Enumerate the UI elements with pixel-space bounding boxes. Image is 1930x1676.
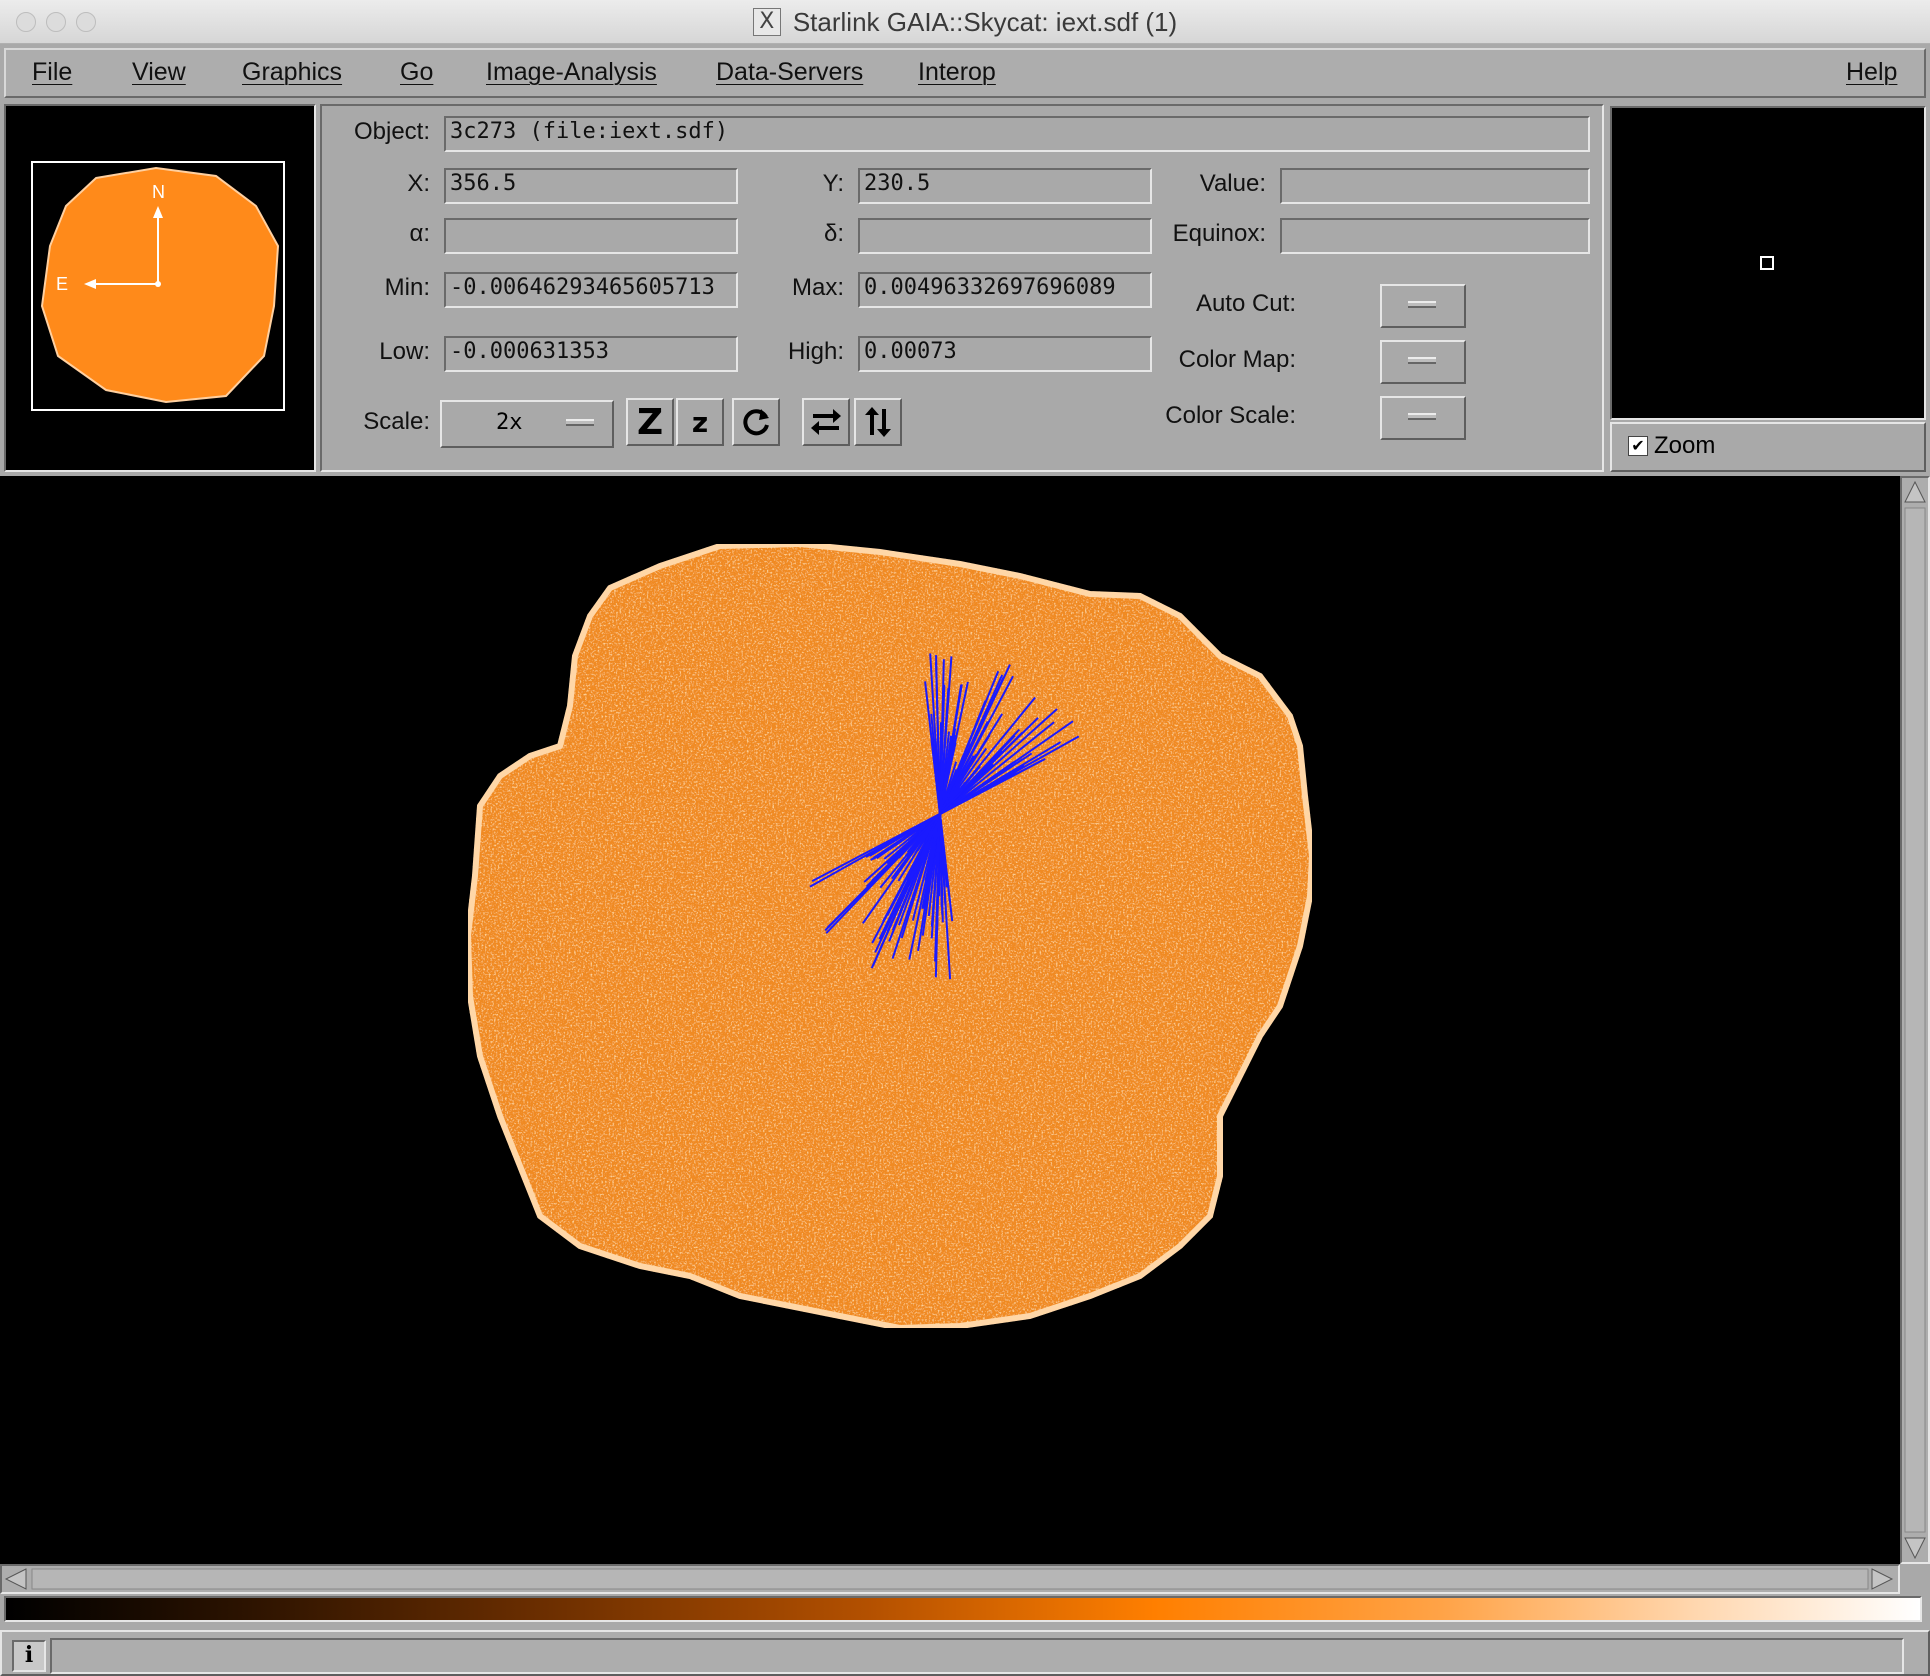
check-icon[interactable]: ✔ (1628, 436, 1648, 456)
zoom-out-button[interactable]: z (676, 398, 724, 446)
color-map-menu-button[interactable] (1380, 340, 1466, 384)
horizontal-scrollbar[interactable] (0, 1564, 1900, 1594)
panner-canvas[interactable]: N E (6, 106, 314, 470)
x11-icon: X (752, 8, 781, 36)
status-bar: i (0, 1630, 1930, 1676)
y-field[interactable]: 230.5 (858, 168, 1152, 204)
zoom-cursor-box (1760, 256, 1774, 270)
menu-go[interactable]: Go (400, 58, 433, 87)
equinox-field[interactable] (1280, 218, 1590, 254)
galaxy-image-region (464, 540, 1316, 1332)
vertical-scrollbar[interactable] (1900, 476, 1930, 1564)
scroll-up-icon (1904, 480, 1926, 503)
menu-view[interactable]: View (132, 58, 186, 87)
value-label: Value: (1199, 170, 1266, 197)
value-field[interactable] (1280, 168, 1590, 204)
delta-field[interactable] (858, 218, 1152, 254)
high-label: High: (787, 338, 844, 365)
zoom-checkbox-label: Zoom (1654, 432, 1716, 459)
equinox-label: Equinox: (1172, 220, 1266, 247)
zoom-out-icon: z (691, 405, 709, 439)
scale-value: 2x (496, 410, 523, 435)
vertical-scroll-thumb (1904, 507, 1926, 1533)
menu-help[interactable]: Help (1846, 58, 1897, 87)
scroll-left-icon (4, 1568, 27, 1590)
compass-north-label: N (152, 182, 165, 202)
rotate-icon (743, 409, 769, 436)
menu-data-servers[interactable]: Data-Servers (716, 58, 863, 87)
menu-bar: File View Graphics Go Image-Analysis Dat… (4, 48, 1926, 98)
menu-graphics[interactable]: Graphics (242, 58, 342, 87)
info-panel: Object: 3c273 (file:iext.sdf) X: 356.5 Y… (320, 104, 1604, 472)
compass-east-label: E (56, 274, 68, 294)
high-field[interactable]: 0.00073 (858, 336, 1152, 372)
max-field[interactable]: 0.00496332697696089 (858, 272, 1152, 308)
auto-cut-menu-button[interactable] (1380, 284, 1466, 328)
x-label: X: (407, 170, 430, 197)
horizontal-scroll-thumb (31, 1568, 1869, 1590)
color-scale-label: Color Scale: (1165, 402, 1296, 429)
scale-menu-button[interactable]: 2x (440, 400, 614, 448)
flip-y-button[interactable] (854, 398, 902, 446)
object-label: Object: (353, 118, 430, 145)
colormap-bar (4, 1596, 1922, 1622)
flip-y-icon (865, 407, 891, 437)
window-title-area: X Starlink GAIA::Skycat: iext.sdf (1) (0, 0, 1930, 44)
min-label: Min: (384, 274, 430, 301)
zoom-panel: ✔ Zoom (1608, 104, 1926, 472)
delta-label: δ: (823, 220, 844, 247)
object-field[interactable]: 3c273 (file:iext.sdf) (444, 116, 1590, 152)
low-label: Low: (379, 338, 430, 365)
zoom-view[interactable] (1610, 106, 1926, 420)
zoom-toggle[interactable]: ✔ Zoom (1610, 422, 1926, 472)
flip-x-button[interactable] (802, 398, 850, 446)
rotate-button[interactable] (732, 398, 780, 446)
min-field[interactable]: -0.00646293465605713 (444, 272, 738, 308)
scale-label: Scale: (363, 408, 430, 435)
low-field[interactable]: -0.000631353 (444, 336, 738, 372)
window-title: Starlink GAIA::Skycat: iext.sdf (1) (792, 6, 1178, 37)
alpha-field[interactable] (444, 218, 738, 254)
info-icon[interactable]: i (12, 1640, 46, 1672)
alpha-label: α: (409, 220, 430, 247)
menu-image-analysis[interactable]: Image-Analysis (486, 58, 657, 87)
panner-panel[interactable]: N E (4, 104, 316, 472)
zoom-in-button[interactable]: Z (626, 398, 674, 446)
status-message (50, 1638, 1904, 1674)
color-scale-menu-button[interactable] (1380, 396, 1466, 440)
scroll-right-icon (1871, 1568, 1894, 1590)
scroll-down-icon (1904, 1537, 1926, 1560)
main-image-canvas[interactable] (0, 476, 1900, 1564)
flip-x-icon (811, 409, 841, 435)
menu-file[interactable]: File (32, 58, 72, 87)
x-field[interactable]: 356.5 (444, 168, 738, 204)
y-label: Y: (822, 170, 844, 197)
color-map-label: Color Map: (1178, 346, 1296, 373)
zoom-in-icon: Z (636, 401, 664, 443)
menu-interop[interactable]: Interop (918, 58, 996, 87)
max-label: Max: (791, 274, 844, 301)
auto-cut-label: Auto Cut: (1195, 290, 1296, 317)
